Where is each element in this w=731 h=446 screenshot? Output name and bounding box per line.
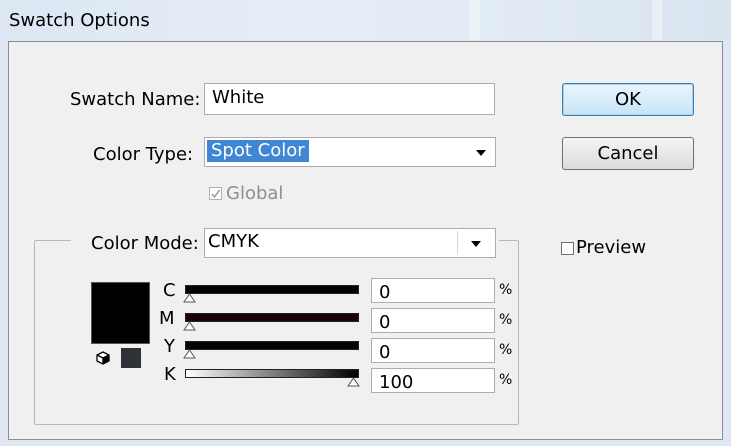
black-value-input[interactable]: 100 (371, 368, 495, 393)
chevron-down-icon (471, 241, 481, 247)
black-slider-thumb[interactable] (347, 377, 360, 387)
ok-button[interactable]: OK (562, 83, 694, 116)
magenta-slider-thumb[interactable] (183, 321, 196, 331)
color-mode-value: CMYK (208, 231, 259, 252)
black-value: 100 (379, 372, 414, 393)
preview-checkbox[interactable] (561, 242, 574, 255)
magenta-slider-track[interactable] (185, 313, 359, 322)
swatch-name-input[interactable]: White (204, 83, 495, 115)
channel-letter-y: Y (164, 336, 175, 357)
titlebar-glass-stripe (470, 0, 480, 40)
cancel-button[interactable]: Cancel (562, 137, 694, 170)
cyan-value-input[interactable]: 0 (371, 278, 495, 303)
chevron-down-icon (476, 150, 486, 156)
channel-letter-c: C (163, 280, 176, 301)
cyan-slider-track[interactable] (185, 285, 359, 294)
out-of-gamut-cube-icon[interactable] (96, 351, 110, 365)
color-mode-label: Color Mode: (91, 233, 199, 254)
yellow-value: 0 (379, 342, 391, 363)
channel-letter-m: M (159, 308, 175, 329)
dialog-body: Swatch Name: White Color Type: Spot Colo… (8, 41, 723, 440)
yellow-value-input[interactable]: 0 (371, 338, 495, 363)
yellow-slider-thumb[interactable] (183, 349, 196, 359)
swatch-name-label: Swatch Name: (70, 89, 201, 110)
color-type-dropdown[interactable]: Spot Color (204, 137, 496, 167)
cyan-slider-thumb[interactable] (183, 293, 196, 303)
magenta-value: 0 (379, 312, 391, 333)
dropdown-divider (457, 231, 458, 255)
title-bar[interactable]: Swatch Options (0, 0, 731, 40)
magenta-percent: % (499, 312, 513, 328)
channel-letter-k: K (164, 364, 176, 385)
black-slider-track[interactable] (185, 369, 359, 378)
titlebar-glass-stripe (652, 0, 662, 40)
checkmark-icon (211, 189, 221, 199)
black-percent: % (499, 372, 513, 388)
preview-label: Preview (576, 237, 647, 258)
global-label: Global (226, 183, 284, 204)
window-title: Swatch Options (9, 10, 150, 31)
cyan-value: 0 (379, 282, 391, 303)
yellow-slider-track[interactable] (185, 341, 359, 350)
global-checkbox[interactable] (209, 187, 222, 200)
yellow-percent: % (499, 342, 513, 358)
gamut-color-swatch[interactable] (121, 348, 141, 368)
swatch-name-value: White (212, 87, 265, 108)
color-swatch-preview (91, 282, 150, 344)
cyan-percent: % (499, 282, 513, 298)
color-type-selected: Spot Color (207, 140, 309, 162)
magenta-value-input[interactable]: 0 (371, 308, 495, 333)
color-type-label: Color Type: (93, 144, 194, 165)
color-mode-dropdown[interactable]: CMYK (204, 228, 496, 258)
